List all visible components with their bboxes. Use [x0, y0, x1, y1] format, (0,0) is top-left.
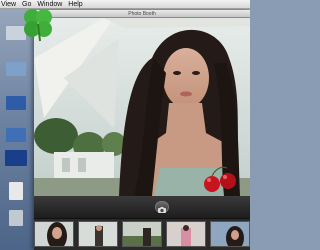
photo-thumbnail[interactable]: [34, 221, 74, 247]
photo-thumbnail[interactable]: [122, 221, 162, 247]
camera-image: [34, 18, 250, 196]
photo-thumbnail[interactable]: [78, 221, 118, 247]
thumbnail-strip: [34, 218, 250, 250]
menu-help[interactable]: Help: [68, 0, 82, 8]
clover-icon: [24, 9, 52, 42]
desktop-icon[interactable]: [1, 150, 31, 166]
photo-booth-toolbar: [34, 196, 250, 218]
thumbnail-image: [167, 222, 205, 246]
menu-view[interactable]: View: [1, 0, 16, 8]
camera-preview: [34, 18, 250, 196]
photo-booth-window: Photo Booth: [34, 10, 250, 250]
desktop-icon[interactable]: [1, 210, 31, 226]
screenshot-file-icon: [5, 150, 27, 166]
menu-window[interactable]: Window: [37, 0, 62, 8]
thumbnail-image: [79, 222, 117, 246]
desktop-icon[interactable]: [1, 96, 31, 110]
image-file-icon: [6, 96, 26, 110]
desktop-icons: [0, 10, 34, 250]
thumbnail-image: [123, 222, 161, 246]
window-title: Photo Booth: [34, 10, 250, 18]
desktop-icon[interactable]: [1, 62, 31, 76]
photo-thumbnail[interactable]: [166, 221, 206, 247]
desktop-icon[interactable]: [1, 182, 31, 200]
take-photo-button[interactable]: [155, 201, 169, 213]
image-file-icon: [6, 128, 26, 142]
document-icon: [6, 62, 26, 76]
thumbnail-image: [35, 222, 73, 246]
menu-go[interactable]: Go: [22, 0, 31, 8]
thumbnail-image: [211, 222, 249, 246]
desktop: View Go Window Help Photo Booth: [0, 0, 250, 250]
photo-thumbnail[interactable]: [210, 221, 250, 247]
desktop-icon[interactable]: [1, 128, 31, 142]
document-icon: [9, 210, 23, 226]
menu-bar: View Go Window Help: [0, 0, 250, 9]
document-icon: [9, 182, 23, 200]
camera-icon: [158, 207, 166, 213]
